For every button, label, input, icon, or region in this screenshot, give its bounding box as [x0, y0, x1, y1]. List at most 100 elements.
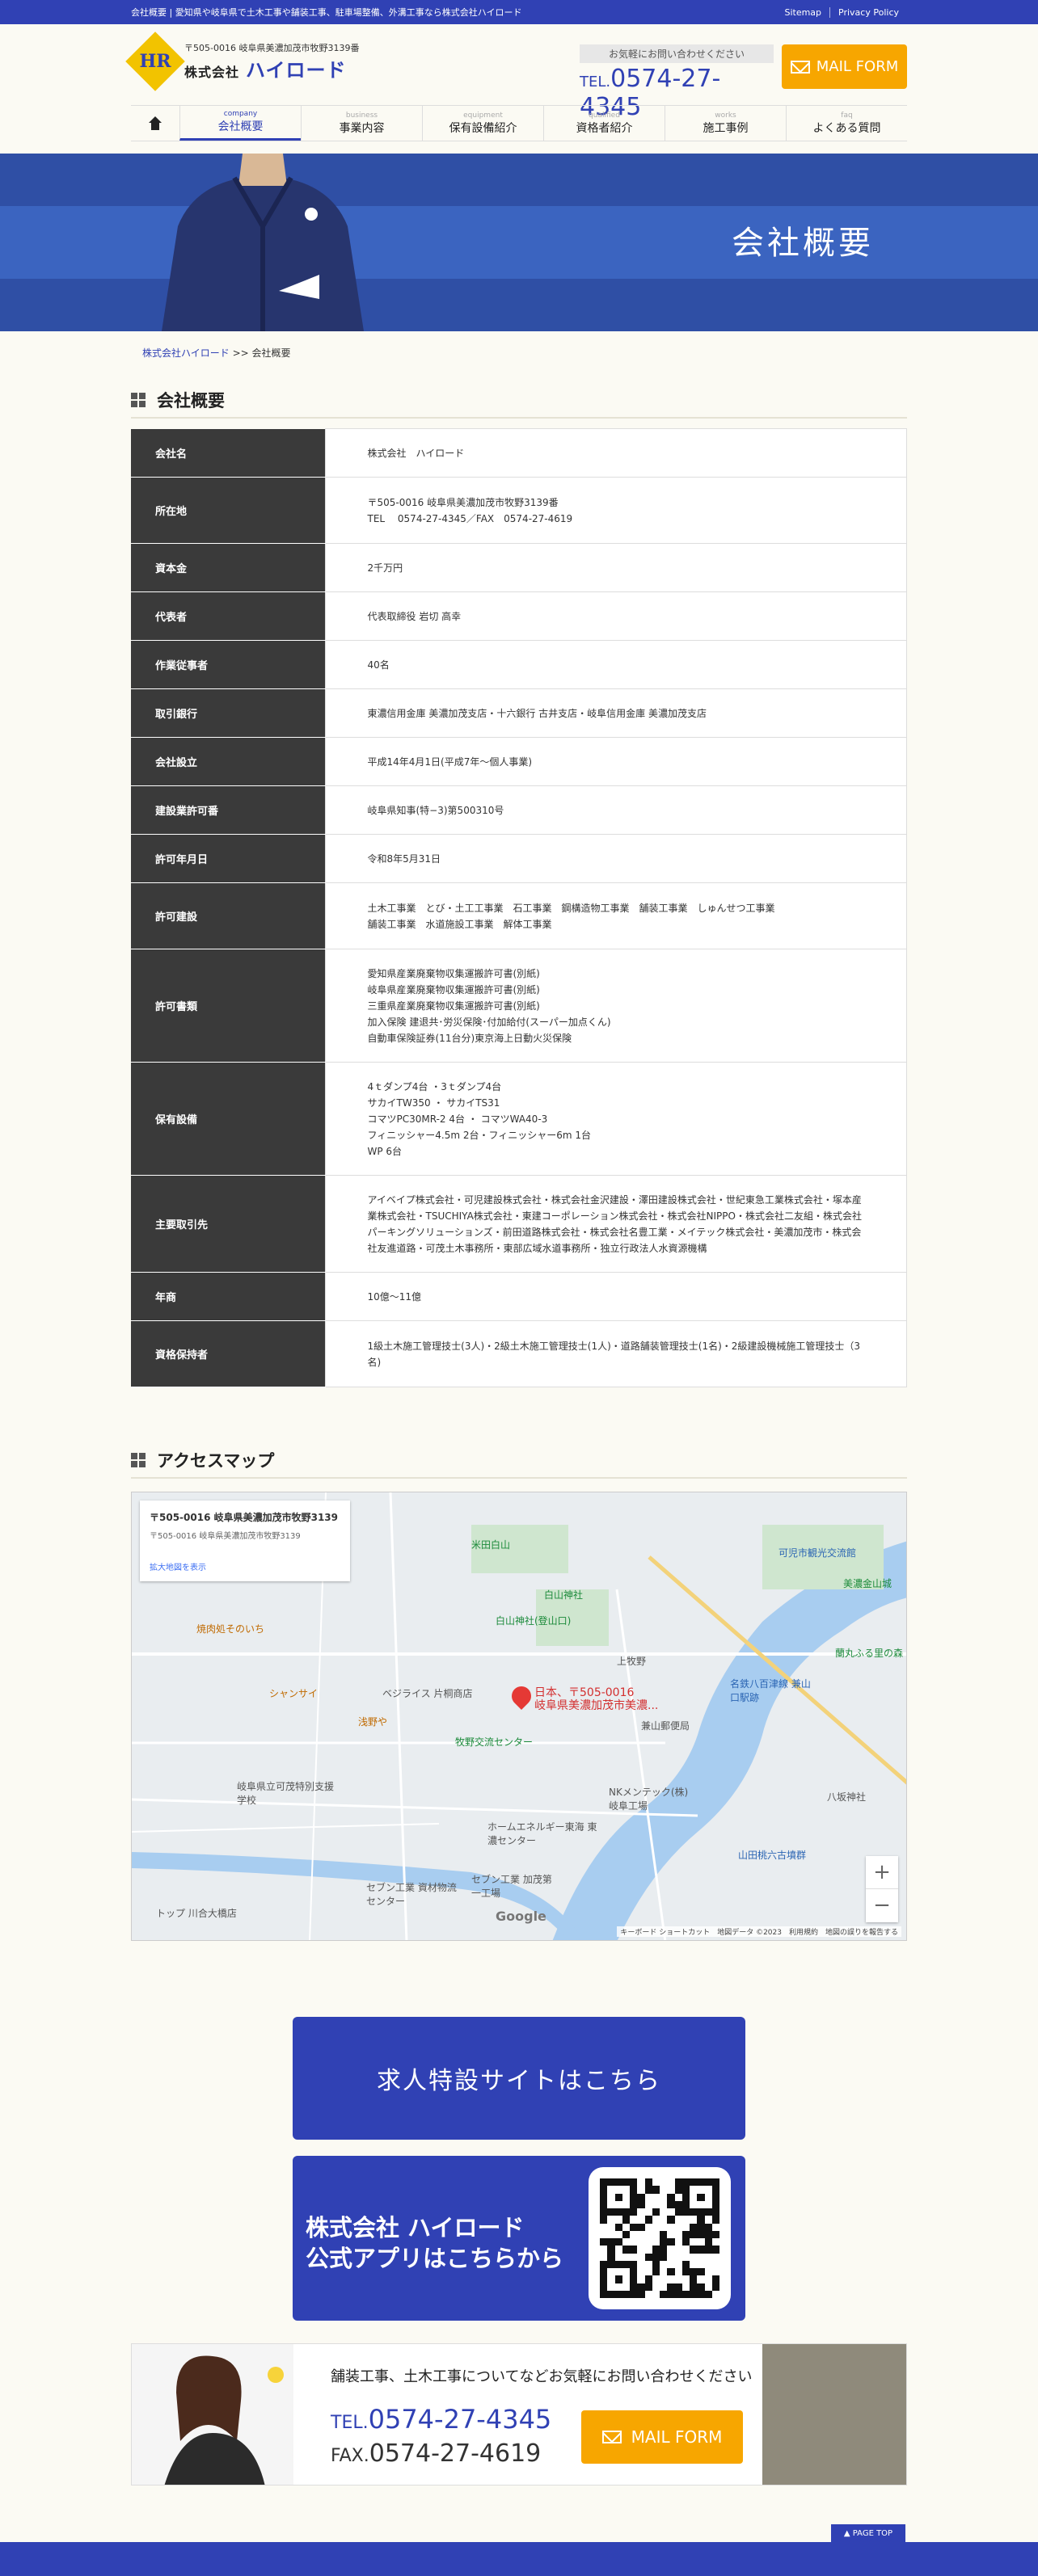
contact-mail-form-button[interactable]: MAIL FORM — [581, 2410, 743, 2464]
contact-fax: FAX.0574-27-4619 — [331, 2439, 542, 2468]
row-label: 保有設備 — [131, 1062, 325, 1176]
table-row: 許可書類 愛知県産業廃棄物収集運搬許可書(別紙) 岐阜県産業廃棄物収集運搬許可書(… — [131, 949, 907, 1063]
table-row: 代表者 代表取締役 岩切 高幸 — [131, 591, 907, 641]
map-label: 美濃金山城 — [843, 1578, 892, 1589]
table-row: 作業従事者 40名 — [131, 640, 907, 689]
map-label: 焼肉処そのいち — [196, 1623, 265, 1635]
row-label: 資本金 — [131, 543, 325, 592]
section-title-company: 会社概要 — [131, 388, 907, 419]
table-row: 取引銀行 東濃信用金庫 美濃加茂支店・十六銀行 古井支店・岐阜信用金庫 美濃加茂支… — [131, 688, 907, 738]
map-card-subtitle: 〒505-0016 岐阜県美濃加茂市牧野3139 — [150, 1532, 301, 1541]
table-row: 許可年月日 令和8年5月31日 — [131, 834, 907, 883]
home-icon — [148, 116, 162, 131]
map-label: 上牧野 — [617, 1656, 647, 1667]
company-info-table: 会社名 株式会社 ハイロード 所在地 〒505-0016 岐阜県美濃加茂市牧野313… — [131, 428, 907, 1387]
row-value: 2千万円 — [324, 543, 907, 592]
row-label: 資格保持者 — [131, 1320, 325, 1387]
map-label: ホームエネルギー東海 東濃センター — [487, 1821, 597, 1846]
contact-banner: 舗装工事、土木工事についてなどお気軽にお問い合わせください TEL.0574-2… — [131, 2343, 907, 2486]
nav-business[interactable]: business 事業内容 — [301, 106, 422, 141]
zoom-in-button[interactable]: + — [866, 1856, 898, 1889]
table-row: 資本金 2千万円 — [131, 543, 907, 592]
row-label: 所在地 — [131, 477, 325, 544]
mail-icon — [790, 60, 810, 74]
map-label: 米田白山 — [471, 1539, 511, 1551]
nav-company[interactable]: company 会社概要 — [179, 106, 301, 141]
topbar-tagline: 会社概要 | 愛知県や岐阜県で土木工事や舗装工事、駐車場整備、外溝工事なら株式会… — [131, 7, 522, 18]
map-label: 浅野や — [358, 1716, 388, 1728]
row-value: 岐阜県知事(特−3)第500310号 — [324, 785, 907, 835]
contact-message: 舗装工事、土木工事についてなどお気軽にお問い合わせください — [331, 2368, 753, 2385]
row-value: 令和8年5月31日 — [324, 834, 907, 883]
row-label: 主要取引先 — [131, 1175, 325, 1273]
app-button-line1: 株式会社 ハイロード — [306, 2214, 525, 2241]
map-label: NKメンテック(株) 岐阜工場 — [609, 1787, 689, 1812]
row-label: 建設業許可番 — [131, 785, 325, 835]
site-header: HR 〒505-0016 岐阜県美濃加茂市牧野3139番 株式会社 ハイロード お… — [0, 24, 1038, 121]
breadcrumb-home-link[interactable]: 株式会社ハイロード — [142, 347, 230, 359]
breadcrumb-current: 会社概要 — [251, 347, 291, 359]
sitemap-link[interactable]: Sitemap — [776, 7, 829, 18]
zoom-out-button[interactable]: − — [866, 1889, 898, 1922]
map-label: 名鉄八百津線 兼山口駅跡 — [730, 1678, 811, 1703]
map-zoom-control: + − — [866, 1856, 898, 1922]
nav-works[interactable]: works 施工事例 — [665, 106, 786, 141]
map-label: セブン工業 資材物流センター — [366, 1882, 457, 1907]
nav-faq[interactable]: faq よくある質問 — [786, 106, 907, 141]
row-label: 許可建設 — [131, 882, 325, 949]
mail-form-button[interactable]: MAIL FORM — [782, 44, 907, 89]
table-row: 建設業許可番 岐阜県知事(特−3)第500310号 — [131, 785, 907, 835]
row-value: 10億〜11億 — [324, 1272, 907, 1321]
map-pin-label: 日本、〒505-0016 岐阜県美濃加茂市美濃... — [534, 1686, 659, 1712]
row-value: 愛知県産業廃棄物収集運搬許可書(別紙) 岐阜県産業廃棄物収集運搬許可書(別紙) … — [324, 949, 907, 1063]
squares-icon — [131, 1453, 146, 1467]
nav-home[interactable] — [131, 106, 179, 141]
map-larger-link[interactable]: 拡大地図を表示 — [150, 1560, 340, 1572]
global-nav: company 会社概要 business 事業内容 equipment 保有設備紹介… — [0, 105, 1038, 145]
row-label: 作業従事者 — [131, 640, 325, 689]
worker-image — [162, 154, 364, 331]
nav-qualified[interactable]: qualified 資格者紹介 — [543, 106, 665, 141]
company-name: ハイロード — [246, 58, 347, 82]
google-map[interactable]: 〒505-0016 岐阜県美濃加茂市牧野3139 〒505-0016 岐阜県美濃… — [131, 1492, 907, 1941]
row-label: 許可年月日 — [131, 834, 325, 883]
qr-code-icon — [589, 2167, 731, 2309]
map-label: 八坂神社 — [827, 1791, 867, 1803]
table-row: 保有設備 4ｔダンプ4台 ・3ｔダンプ4台 サカイTW350 ・ サカイTS31 … — [131, 1062, 907, 1176]
contact-tel[interactable]: TEL.0574-27-4345 — [331, 2404, 551, 2435]
page-top-button[interactable]: ▲ PAGE TOP — [831, 2524, 905, 2542]
recruit-site-button[interactable]: 求人特設サイトはこちら — [293, 2017, 745, 2140]
nav-equipment[interactable]: equipment 保有設備紹介 — [422, 106, 543, 141]
map-label: 白山神社(登山口) — [496, 1615, 572, 1627]
site-logo[interactable]: HR 〒505-0016 岐阜県美濃加茂市牧野3139番 株式会社 ハイロード — [125, 32, 360, 91]
breadcrumb-separator: >> — [232, 347, 249, 359]
map-info-card: 〒505-0016 岐阜県美濃加茂市牧野3139 〒505-0016 岐阜県美濃… — [140, 1501, 350, 1581]
contact-note: お気軽にお問い合わせください — [580, 44, 774, 63]
row-value: 40名 — [324, 640, 907, 689]
map-label: セブン工業 加茂第一工場 — [471, 1874, 552, 1899]
header-address: 〒505-0016 岐阜県美濃加茂市牧野3139番 — [184, 42, 360, 53]
row-label: 年商 — [131, 1272, 325, 1321]
table-row: 会社名 株式会社 ハイロード — [131, 428, 907, 478]
map-label: ベジライス 片桐商店 — [382, 1688, 473, 1699]
hero-title: 会社概要 — [732, 225, 874, 262]
table-row: 年商 10億〜11億 — [131, 1272, 907, 1321]
row-value: 平成14年4月1日(平成7年〜個人事業) — [324, 737, 907, 786]
table-row: 所在地 〒505-0016 岐阜県美濃加茂市牧野3139番 TEL 0574-27… — [131, 477, 907, 544]
row-label: 取引銀行 — [131, 688, 325, 738]
row-value: 株式会社 ハイロード — [324, 428, 907, 478]
map-label: シャンサイ — [269, 1688, 319, 1699]
row-value: 4ｔダンプ4台 ・3ｔダンプ4台 サカイTW350 ・ サカイTS31 コマツP… — [324, 1062, 907, 1176]
table-row: 資格保持者 1級土木施工管理技士(3人)・2級土木施工管理技士(1人)・道路舗装管… — [131, 1320, 907, 1387]
map-card-title: 〒505-0016 岐阜県美濃加茂市牧野3139 — [150, 1512, 339, 1523]
privacy-policy-link[interactable]: Privacy Policy — [829, 6, 907, 18]
app-button-line2: 公式アプリはこちらから — [306, 2245, 564, 2272]
section-title-access: アクセスマップ — [131, 1448, 907, 1479]
app-download-button[interactable]: 株式会社 ハイロード 公式アプリはこちらから — [293, 2156, 745, 2321]
map-label: 兼山郵便局 — [641, 1720, 690, 1732]
breadcrumb: 株式会社ハイロード >> 会社概要 — [142, 346, 291, 360]
row-label: 会社設立 — [131, 737, 325, 786]
row-value: アイベイプ株式会社・可児建設株式会社・株式会社金沢建設・澤田建設株式会社・世紀東… — [324, 1175, 907, 1273]
map-footer[interactable]: キーボード ショートカット 地図データ ©2023 利用規約 地図の誤りを報告す… — [617, 1926, 901, 1937]
company-overview-section: 会社概要 会社名 株式会社 ハイロード 所在地 〒505-0016 岐阜県美濃加茂市… — [131, 388, 907, 1387]
